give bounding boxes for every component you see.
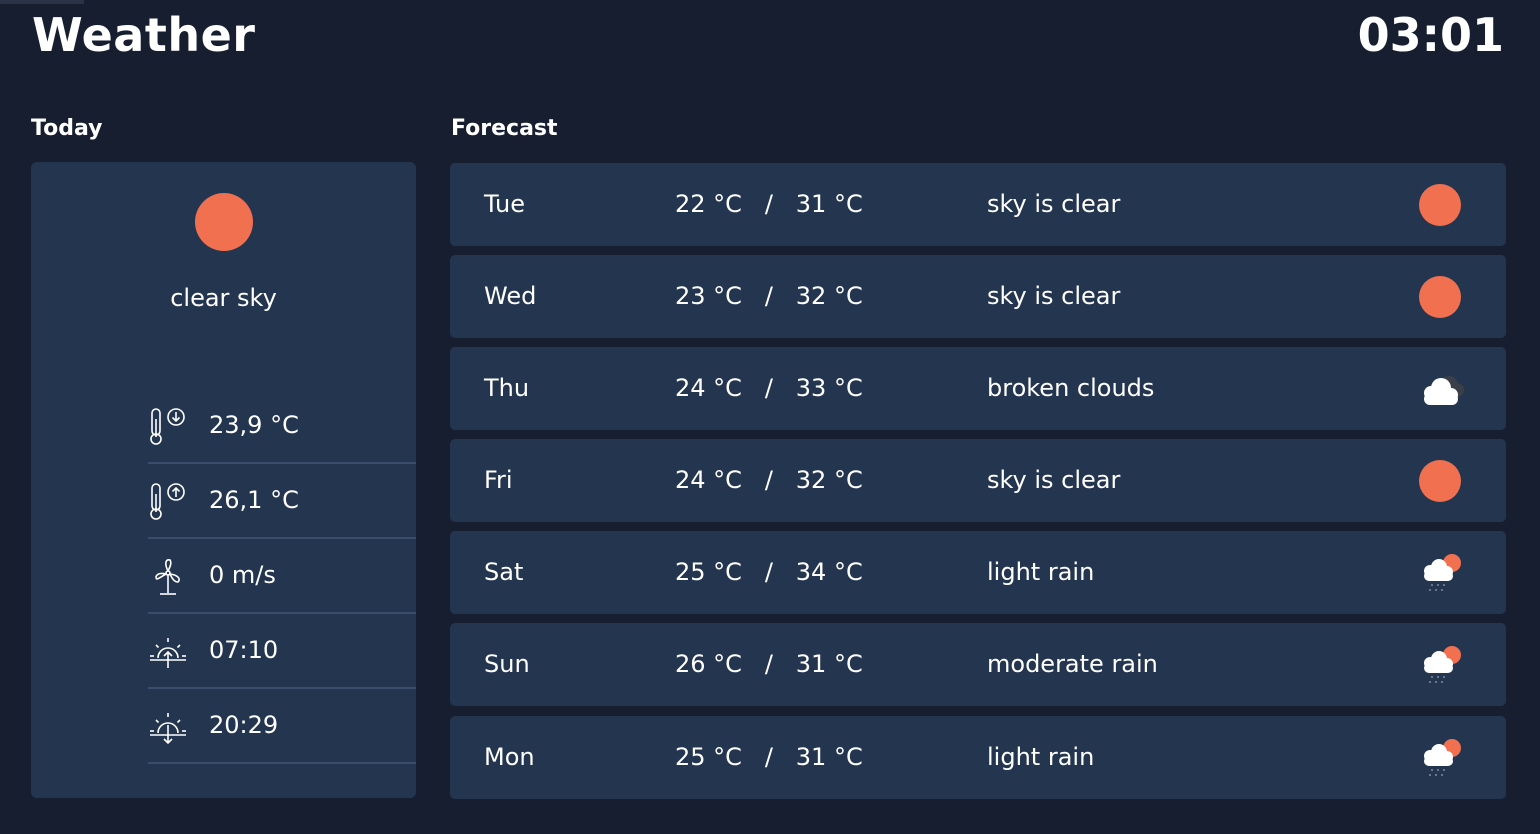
forecast-temps: 26 °C / 31 °C <box>675 650 863 678</box>
forecast-description: sky is clear <box>987 190 1121 218</box>
forecast-day: Thu <box>484 374 530 402</box>
sun-icon <box>1405 271 1475 323</box>
forecast-day: Wed <box>484 282 537 310</box>
forecast-row: Tue 22 °C / 31 °C sky is clear <box>450 163 1506 246</box>
forecast-temps: 25 °C / 31 °C <box>675 743 863 771</box>
today-description: clear sky <box>170 284 277 312</box>
forecast-day: Sun <box>484 650 530 678</box>
forecast-description: moderate rain <box>987 650 1158 678</box>
thermometer-max-icon <box>150 483 185 520</box>
forecast-day: Sat <box>484 558 524 586</box>
forecast-temps: 25 °C / 34 °C <box>675 558 863 586</box>
today-heading: Today <box>31 116 103 141</box>
stat-value-sunrise: 07:10 <box>209 636 279 664</box>
sun-rain-cloud-icon <box>1424 739 1461 776</box>
forecast-row: Wed 23 °C / 32 °C sky is clear <box>450 255 1506 338</box>
sun-icon <box>195 193 253 251</box>
sunrise-icon <box>150 638 186 668</box>
stat-row-min-temp: 23,9 °C <box>148 389 416 464</box>
stat-value-max-temp: 26,1 °C <box>209 486 299 514</box>
forecast-row: Sun 26 °C / 31 °C moderate rain <box>450 623 1506 706</box>
stat-row-sunset: 20:29 <box>148 689 416 764</box>
stat-value-sunset: 20:29 <box>209 711 279 739</box>
forecast-description: light rain <box>987 558 1095 586</box>
today-card: clear sky 23,9 °C 26,1 °C 0 m/s 07:10 20… <box>31 162 416 798</box>
stat-value-min-temp: 23,9 °C <box>209 411 299 439</box>
app-title: Weather <box>32 8 256 62</box>
sun-icon <box>1405 455 1475 507</box>
wind-turbine-icon <box>155 559 180 595</box>
window-corner-decoration <box>0 0 84 4</box>
forecast-day: Tue <box>484 190 525 218</box>
forecast-day: Fri <box>484 466 513 494</box>
forecast-description: light rain <box>987 743 1095 771</box>
forecast-day: Mon <box>484 743 535 771</box>
clock: 03:01 <box>1357 8 1504 62</box>
forecast-row: Sat 25 °C / 34 °C light rain <box>450 531 1506 614</box>
forecast-row: Thu 24 °C / 33 °C broken clouds <box>450 347 1506 430</box>
cloud-icon <box>1424 376 1464 405</box>
forecast-description: sky is clear <box>987 282 1121 310</box>
sun-rain-cloud-icon <box>1424 554 1461 591</box>
sunset-icon <box>150 713 186 745</box>
sun-icon <box>1405 179 1475 231</box>
thermometer-min-icon <box>150 408 185 445</box>
forecast-temps: 24 °C / 33 °C <box>675 374 863 402</box>
stat-row-sunrise: 07:10 <box>148 614 416 689</box>
forecast-temps: 23 °C / 32 °C <box>675 282 863 310</box>
sun-rain-cloud-icon <box>1424 646 1461 683</box>
stat-row-max-temp: 26,1 °C <box>148 464 416 539</box>
forecast-row: Fri 24 °C / 32 °C sky is clear <box>450 439 1506 522</box>
forecast-heading: Forecast <box>451 116 558 141</box>
forecast-description: sky is clear <box>987 466 1121 494</box>
stat-value-wind: 0 m/s <box>209 561 276 589</box>
forecast-temps: 24 °C / 32 °C <box>675 466 863 494</box>
forecast-row: Mon 25 °C / 31 °C light rain <box>450 716 1506 799</box>
stat-row-wind: 0 m/s <box>148 539 416 614</box>
forecast-temps: 22 °C / 31 °C <box>675 190 863 218</box>
forecast-description: broken clouds <box>987 374 1155 402</box>
